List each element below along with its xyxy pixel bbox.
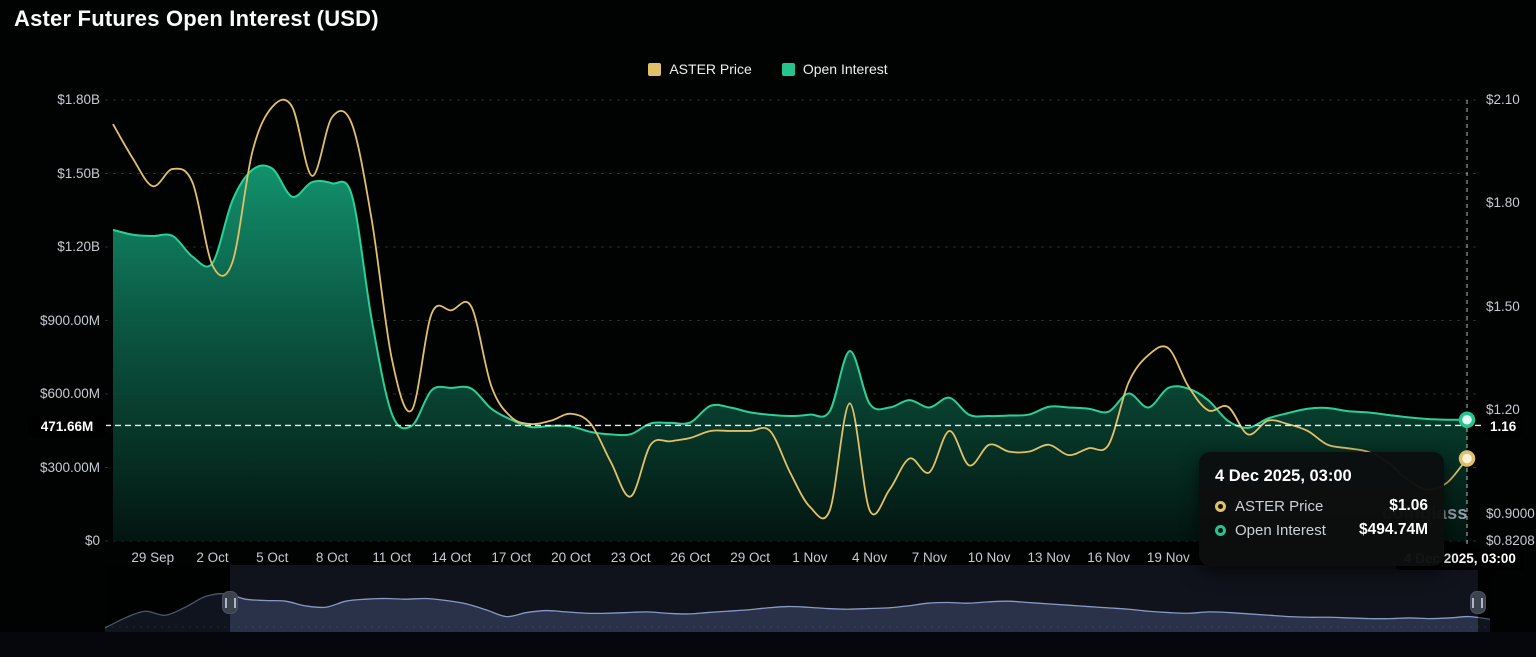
navigator-chart-svg[interactable] xyxy=(105,565,1490,632)
price-marker-dot xyxy=(1458,450,1476,467)
left-axis-tick-label: $0 xyxy=(84,533,100,548)
aster-price-swatch-icon xyxy=(648,62,662,76)
legend-label-open-interest: Open Interest xyxy=(802,61,888,77)
tooltip-row-oi: Open Interest $494.74M xyxy=(1215,521,1428,539)
oi-bullet-icon xyxy=(1215,524,1226,536)
legend-item-aster-price[interactable]: ASTER Price xyxy=(648,61,752,77)
right-axis-tick-label: $0.9000 xyxy=(1486,505,1535,521)
tooltip-date: 4 Dec 2025, 03:00 xyxy=(1215,467,1352,485)
tooltip-price-label: ASTER Price xyxy=(1235,497,1324,515)
current-price-badge: 1.16 xyxy=(1484,416,1523,437)
price-bullet-icon xyxy=(1215,500,1226,512)
range-navigator[interactable] xyxy=(105,565,1490,632)
right-axis-tick-label: $1.50 xyxy=(1486,298,1520,314)
left-axis-tick-label: $1.50B xyxy=(57,165,100,181)
open-interest-marker-dot xyxy=(1458,411,1476,429)
drag-grip-icon xyxy=(224,597,236,608)
tooltip-price-value: $1.06 xyxy=(1389,497,1428,514)
tooltip-oi-label: Open Interest xyxy=(1235,521,1326,539)
open-interest-swatch-icon xyxy=(781,62,795,76)
legend-label-aster-price: ASTER Price xyxy=(669,61,752,77)
tooltip-row-price: ASTER Price $1.06 xyxy=(1215,497,1428,515)
open-interest-chart-panel: Aster Futures Open Interest (USD) ASTER … xyxy=(0,0,1536,657)
legend-item-open-interest[interactable]: Open Interest xyxy=(781,61,888,77)
navigator-right-handle[interactable] xyxy=(1469,591,1486,614)
drag-grip-icon xyxy=(1472,597,1484,608)
left-axis-tick-label: $300.00M xyxy=(39,459,100,475)
right-axis-tick-label: $1.80 xyxy=(1486,195,1520,211)
tooltip: 4 Dec 2025, 03:00 ASTER Price $1.06 Open… xyxy=(1199,452,1444,566)
current-oi-badge: 471.66M xyxy=(28,416,106,437)
navigator-left-handle[interactable] xyxy=(222,591,239,614)
legend: ASTER Price Open Interest xyxy=(0,61,1536,77)
tooltip-oi-value: $494.74M xyxy=(1359,521,1428,538)
left-axis-tick-label: $600.00M xyxy=(39,386,100,401)
left-axis-tick-label: $1.20B xyxy=(57,239,100,254)
bottom-strip xyxy=(0,632,1536,657)
page-title: Aster Futures Open Interest (USD) xyxy=(14,6,379,31)
right-axis-tick-label: $2.10 xyxy=(1486,92,1520,107)
left-axis-tick-label: $1.80B xyxy=(57,92,100,107)
left-axis-tick-label: $900.00M xyxy=(39,312,100,328)
